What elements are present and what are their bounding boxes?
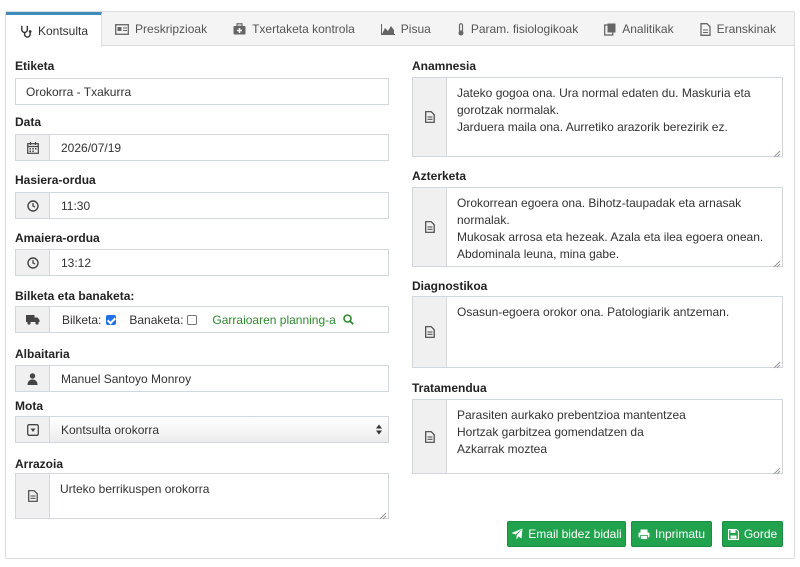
clock-icon (16, 193, 50, 218)
file-text-icon (413, 188, 447, 266)
etiketa-value: Orokorra - Txakurra (26, 84, 132, 99)
diagnostikoa-textarea[interactable]: Osasun-egoera orokor ona. Patologiarik a… (412, 296, 783, 369)
tab-analitikak[interactable]: Analitikak (591, 12, 686, 46)
resize-grip-icon[interactable] (773, 358, 781, 369)
medkit-icon (233, 23, 246, 35)
banaketa-checkbox[interactable] (187, 314, 198, 325)
print-label: Inprimatu (654, 527, 706, 541)
bilketa-checkbox[interactable] (106, 314, 117, 325)
transport-planning-link[interactable]: Garraioaren planning-a (212, 313, 335, 327)
bilketa-banaketa-label: Bilketa eta banaketa: (15, 289, 135, 303)
resize-grip-icon[interactable] (773, 464, 781, 475)
truck-icon (16, 307, 50, 332)
user-icon (16, 366, 50, 391)
file-text-icon (413, 78, 447, 156)
etiketa-input[interactable]: Orokorra - Txakurra (15, 78, 389, 105)
start-time-input[interactable]: 11:30 (15, 192, 389, 219)
tab-label: Analitikak (622, 22, 674, 36)
send-email-button[interactable]: Email bidez bidali (507, 521, 626, 547)
stethoscope-icon (19, 25, 32, 38)
send-email-label: Email bidez bidali (528, 527, 622, 541)
arrazoia-label: Arrazoia (15, 457, 64, 471)
file-text-icon (16, 474, 50, 518)
tab-preskripzioak[interactable]: Preskripzioak (102, 12, 220, 46)
tab-label: Pisua (400, 22, 431, 36)
tratamendua-text: Parasiten aurkako prebentzioa mantentzea… (457, 408, 686, 456)
file-text-icon (413, 297, 447, 367)
tab-label: Eranskinak (716, 22, 776, 36)
caret-square-icon (16, 417, 50, 442)
anamnesia-text: Jateko gogoa ona. Ura normal edaten du. … (457, 86, 751, 134)
date-value: 2026/07/19 (61, 140, 122, 155)
vet-value: Manuel Santoyo Monroy (61, 371, 192, 386)
mota-label: Mota (15, 399, 43, 413)
tab-label: Preskripzioak (135, 22, 208, 36)
diagnostikoa-label: Diagnostikoa (412, 279, 488, 293)
card-icon (115, 23, 129, 35)
reason-text: Urteko berrikuspen orokorra (60, 482, 210, 496)
calendar-icon (16, 135, 50, 160)
area-chart-icon (380, 23, 395, 35)
pickup-delivery-group: Bilketa: Banaketa: Garraioaren planning-… (15, 306, 389, 333)
save-button[interactable]: Gorde (722, 521, 783, 547)
reason-textarea[interactable]: Urteko berrikuspen orokorra (15, 473, 389, 520)
select-arrows-icon (376, 424, 382, 438)
tab-eranskinak[interactable]: Eranskinak (687, 12, 789, 46)
resize-grip-icon[interactable] (773, 257, 781, 268)
file-icon (699, 22, 711, 36)
floppy-icon (727, 528, 739, 540)
albaitaria-label: Albaitaria (15, 347, 70, 361)
resize-grip-icon[interactable] (379, 509, 387, 520)
paper-plane-icon (511, 528, 523, 540)
tab-txertaketa-kontrola[interactable]: Txertaketa kontrola (220, 12, 368, 46)
tratamendua-textarea[interactable]: Parasiten aurkako prebentzioa mantentzea… (412, 399, 783, 475)
etiketa-label: Etiketa (15, 59, 55, 73)
data-label: Data (15, 115, 42, 129)
tab-label: Kontsulta (38, 24, 89, 38)
file-text-icon (413, 400, 447, 473)
diagnostikoa-text: Osasun-egoera orokor ona. Patologiarik a… (457, 305, 730, 319)
save-label: Gorde (743, 527, 778, 541)
type-select[interactable]: Kontsulta orokorra (15, 416, 389, 443)
tab-pisua[interactable]: Pisua (368, 12, 444, 46)
end-time-input[interactable]: 13:12 (15, 249, 389, 276)
amaiera-ordua-label: Amaiera-ordua (15, 231, 100, 245)
date-input[interactable]: 2026/07/19 (15, 134, 389, 161)
tratamendua-label: Tratamendua (412, 381, 487, 395)
vet-input[interactable]: Manuel Santoyo Monroy (15, 365, 389, 392)
tab-kontsulta[interactable]: Kontsulta (6, 12, 103, 47)
anamnesia-textarea[interactable]: Jateko gogoa ona. Ura normal edaten du. … (412, 77, 783, 158)
type-value: Kontsulta orokorra (61, 422, 160, 437)
banaketa-text: Banaketa: (129, 312, 184, 327)
search-icon[interactable] (343, 314, 354, 325)
tab-label: Param. fisiologikoak (470, 22, 579, 36)
anamnesia-label: Anamnesia (412, 59, 477, 73)
tab-param-fisiologikoak[interactable]: Param. fisiologikoak (444, 12, 591, 46)
consultation-panel: Kontsulta Preskripzioak Txertaketa kontr… (5, 11, 795, 559)
resize-grip-icon[interactable] (773, 147, 781, 158)
print-button[interactable]: Inprimatu (631, 521, 712, 547)
azterketa-textarea[interactable]: Orokorrean egoera ona. Bihotz-taupadak e… (412, 187, 783, 268)
clock-icon (16, 250, 50, 275)
thermometer-icon (457, 22, 465, 36)
bilketa-text: Bilketa: (62, 312, 102, 327)
hasiera-ordua-label: Hasiera-ordua (15, 173, 96, 187)
azterketa-text: Orokorrean egoera ona. Bihotz-taupadak e… (457, 196, 764, 261)
print-icon (638, 529, 650, 540)
azterketa-label: Azterketa (412, 169, 467, 183)
end-time-value: 13:12 (61, 255, 92, 270)
tab-label: Txertaketa kontrola (252, 22, 355, 36)
start-time-value: 11:30 (61, 198, 91, 213)
clipboard-icon (604, 23, 616, 36)
tab-bar: Kontsulta Preskripzioak Txertaketa kontr… (6, 12, 794, 47)
